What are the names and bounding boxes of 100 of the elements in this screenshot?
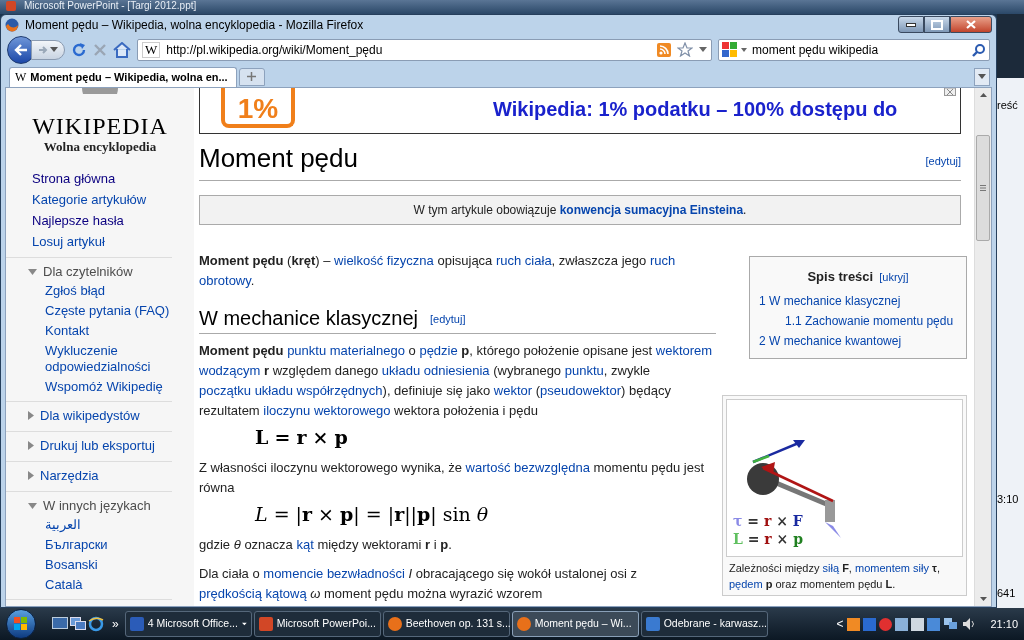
close-icon [966,20,976,30]
link[interactable]: pędzie [419,342,458,358]
link[interactable]: iloczynu wektorowego [263,402,391,418]
link[interactable]: wartość bezwzględna [465,459,590,475]
tab-list-button[interactable] [974,67,990,86]
reload-icon[interactable] [71,41,87,58]
link[interactable]: wektor [493,382,533,398]
formula-label: L = r × p [733,529,803,548]
close-button[interactable] [950,16,992,34]
down-arrow-icon [979,596,987,601]
section-toggle[interactable]: Narzędzia [28,466,172,485]
sidebar-link[interactable]: Català [45,576,172,593]
link[interactable]: siłą [822,561,840,574]
collapsed-triangle-icon [28,441,34,451]
formula: L = |r × p| = |r||p| sin θ [255,502,489,525]
desktop-icon[interactable] [52,617,68,631]
star-icon[interactable] [677,42,693,58]
site-icon: W [15,70,27,84]
link[interactable]: pseudowektor [540,382,622,398]
window-switch-icon[interactable] [70,617,86,631]
section-toggle[interactable]: Drukuj lub eksportuj [28,436,172,455]
hide-link[interactable]: [ukryj] [879,266,909,287]
search-icon[interactable] [972,42,986,57]
maximize-button[interactable] [924,16,950,34]
grip-icon [980,184,986,191]
link[interactable]: momencie bezwładności [263,565,405,581]
link[interactable]: ruch [649,252,676,268]
toc-title: Spis treści [807,267,874,286]
taskbar-button[interactable]: 4 Microsoft Office... [124,611,252,637]
link[interactable]: obrotowy [199,272,251,288]
link[interactable]: wektorem [655,342,713,358]
nav-link[interactable]: Losuj artykuł [32,232,172,251]
percent-logo: 1% [221,87,295,128]
toc-link[interactable]: 1 W mechanice klasycznej [759,290,901,311]
search-field[interactable]: moment pędu wikipedia [718,38,990,61]
taskbar-button[interactable]: Odebrane - karwasz... [640,611,768,637]
text-fragment: 641 [997,586,1017,600]
show-hidden-icons-button[interactable]: < [836,615,844,633]
link[interactable]: wodzącym [199,362,261,378]
minimize-button[interactable] [898,16,924,34]
minimize-icon [906,22,916,27]
toc-link[interactable]: 2 W mechanice kwantowej [759,330,902,351]
sidebar-link[interactable]: Wykluczenie odpowiedzialności [45,342,172,375]
taskbar-button[interactable]: Moment pędu – Wi... [511,611,639,637]
dropdown-icon[interactable] [699,47,707,53]
link[interactable]: punktu [564,362,604,378]
link[interactable]: prędkością kątową [199,585,307,601]
address-field[interactable]: W http://pl.wikipedia.org/wiki/Moment_pędu [137,38,712,61]
taskbar-button[interactable]: Microsoft PowerPoi... [253,611,381,637]
sidebar-link[interactable]: العربية [45,516,172,533]
tray-app-icon[interactable] [847,617,861,631]
nav-link[interactable]: Strona główna [32,169,172,188]
nav-link[interactable]: Kategorie artykułów [32,190,172,209]
network-icon[interactable] [943,617,960,631]
plus-icon [247,72,257,82]
edit-link[interactable]: [edytuj] [925,153,961,170]
link[interactable]: pędem [729,577,763,590]
taskbar-button[interactable]: Beethoven op. 131 s... [382,611,510,637]
section-toggle[interactable]: W innych językach [28,496,172,515]
paragraph: Moment pędu punktu materialnego o pędzie p, którego położenie opisane jest wektorem wodzącym r względem danego układu odniesienia (wybranego punktu, zwykle początku układu współrzędnych), definiuje się jako wektor (pseudowektor) będący rezultatem iloczynu wektorowego wektora położenia i pędu [199,341,714,420]
search-engine-icon[interactable] [722,41,748,58]
edit-link[interactable]: [edytuj] [429,308,466,329]
scroll-thumb[interactable] [976,134,990,241]
link[interactable]: wielkość fizyczna [334,252,434,268]
scrollbar[interactable] [974,87,991,606]
forward-button[interactable] [31,39,65,60]
sidebar-link[interactable]: Български [45,536,172,553]
link[interactable]: początku układu współrzędnych [199,382,383,398]
sidebar-link[interactable]: Bosanski [45,556,172,573]
link[interactable]: ruch ciała [495,252,552,268]
section-toggle[interactable]: Dla wikipedystów [28,406,172,425]
notice: W tym artykule obowiązuje konwencja sumacyjna Einsteina. [199,194,961,225]
start-button[interactable] [6,609,36,639]
link[interactable]: punktu materialnego [287,342,405,358]
banner[interactable]: 1% Wikipedia: 1% podatku – 100% dostępu do [199,87,961,134]
banner-text[interactable]: Wikipedia: 1% podatku – 100% dostępu do [493,93,898,124]
page-title: Moment pędu [199,141,358,174]
sidebar-link[interactable]: Kontakt [45,322,172,339]
toc-link[interactable]: 1.1 Zachowanie momentu pędu [785,310,954,331]
sidebar-link[interactable]: Zgłoś błąd [45,282,172,299]
tray-app-icon[interactable] [927,617,941,631]
close-icon[interactable] [944,87,956,96]
back-arrow-icon [14,43,28,56]
link[interactable]: układu odniesienia [381,362,490,378]
new-tab-button[interactable] [238,67,265,86]
link[interactable]: momentem siły [855,561,929,574]
nav-link[interactable]: Najlepsze hasła [32,211,172,230]
more-button[interactable]: » [112,615,119,633]
sidebar-link[interactable]: Wspomóż Wikipedię [45,378,172,395]
sidebar-link[interactable]: Częste pytania (FAQ) [45,302,172,319]
browser-icon[interactable] [88,616,104,632]
clock[interactable]: 21:10 [990,615,1018,633]
tray-app-icon[interactable] [911,617,925,631]
tray-app-icon[interactable] [895,617,909,631]
expanded-triangle-icon [28,268,37,275]
link[interactable]: kąt [296,536,314,552]
section-toggle[interactable]: Dla czytelników [28,262,172,281]
tab[interactable]: W Moment pędu – Wikipedia, wolna en... [9,66,237,87]
app-icon [516,617,531,631]
home-icon[interactable] [113,41,131,58]
